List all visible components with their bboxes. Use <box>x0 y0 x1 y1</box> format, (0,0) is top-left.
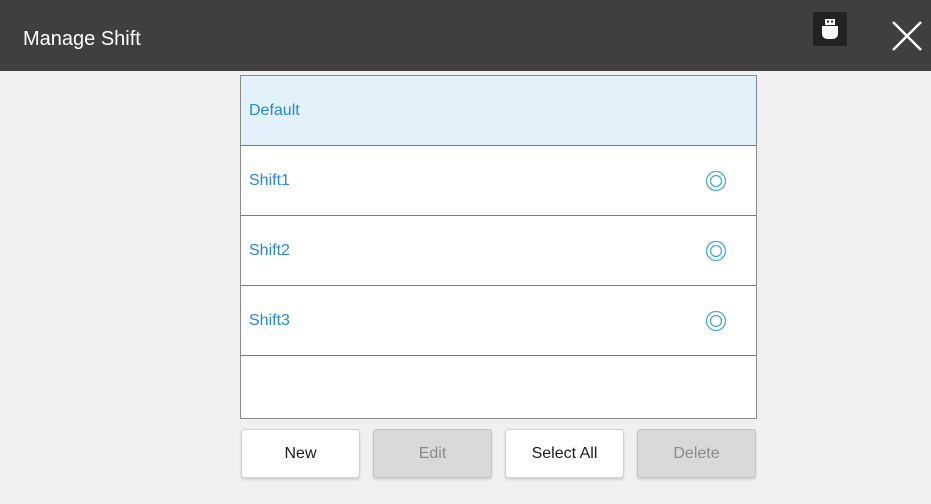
edit-button[interactable]: Edit <box>373 429 492 478</box>
shift-item-label: Shift3 <box>249 312 290 329</box>
shift-item-shift2[interactable]: Shift2 <box>241 216 756 286</box>
title-bar: Manage Shift <box>0 0 931 71</box>
page-title: Manage Shift <box>23 28 141 50</box>
new-button[interactable]: New <box>241 429 360 478</box>
usb-drive-icon <box>822 19 838 39</box>
close-button[interactable] <box>889 18 925 54</box>
usb-drive-button[interactable] <box>813 12 847 46</box>
shift-item-label: Shift2 <box>249 242 290 259</box>
delete-button[interactable]: Delete <box>637 429 756 478</box>
select-all-button[interactable]: Select All <box>505 429 624 478</box>
shift-item-default[interactable]: Default <box>241 76 756 146</box>
radio-ring-icon[interactable] <box>705 240 727 262</box>
shift-item-shift1[interactable]: Shift1 <box>241 146 756 216</box>
shift-item-label: Default <box>249 102 300 119</box>
shift-list: Default Shift1 Shift2 Shift3 <box>240 75 757 419</box>
radio-ring-icon[interactable] <box>705 310 727 332</box>
shift-item-shift3[interactable]: Shift3 <box>241 286 756 356</box>
close-icon <box>892 21 922 51</box>
radio-ring-icon[interactable] <box>705 170 727 192</box>
shift-item-label: Shift1 <box>249 172 290 189</box>
